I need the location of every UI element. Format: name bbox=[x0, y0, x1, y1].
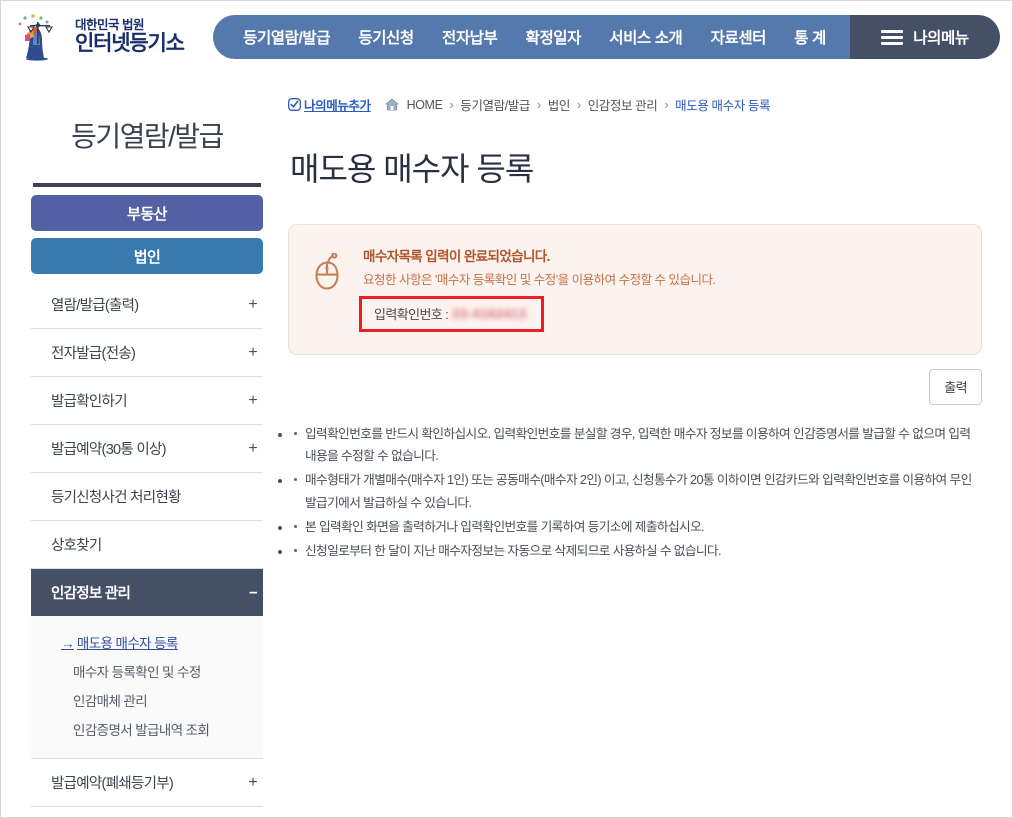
site-logo[interactable]: 대한민국 법원 인터넷등기소 bbox=[13, 13, 203, 61]
arrow-right-icon: → bbox=[61, 636, 75, 651]
minus-icon[interactable]: − bbox=[249, 585, 258, 600]
home-icon bbox=[385, 98, 399, 111]
sidebar-item-case-status[interactable]: 등기신청사건 처리현황 bbox=[31, 473, 263, 521]
plus-icon[interactable]: + bbox=[248, 296, 257, 313]
breadcrumb-item-1[interactable]: 등기열람/발급 bbox=[460, 95, 530, 114]
page-body: 등기열람/발급 부동산 법인 열람/발급(출력) + 전자발급(전송) + 발급… bbox=[1, 73, 1012, 807]
notice-item: 본 입력확인 화면을 출력하거나 입력확인번호를 기록하여 등기소에 제출하십시… bbox=[292, 516, 982, 538]
global-nav-items: 등기열람/발급 등기신청 전자납부 확정일자 서비스 소개 자료센터 통 계 bbox=[213, 15, 850, 59]
justice-scales-logo-icon bbox=[18, 14, 53, 61]
notice-item: 신청일로부터 한 달이 지난 매수자정보는 자동으로 삭제되므로 사용하실 수 … bbox=[292, 540, 982, 562]
sidebar-subitem-buyer-register[interactable]: → 매도용 매수자 등록 bbox=[61, 628, 253, 657]
sidebar-item-jeonja-balgeup[interactable]: 전자발급(전송) + bbox=[31, 329, 263, 377]
breadcrumb: 나의메뉴추가 HOME › 등기열람/발급 › 법인 › 인감정보 관리 › 매… bbox=[288, 91, 982, 114]
hamburger-icon bbox=[881, 29, 904, 45]
logo-line-1: 대한민국 법원 bbox=[75, 18, 144, 33]
alert-body: 매수자목록 입력이 완료되었습니다. 요청한 사항은 '매수자 등록확인 및 수… bbox=[359, 245, 959, 332]
sidebar-item-sangho-chatgi-label: 상호찾기 bbox=[51, 538, 102, 554]
sidebar-menu: 열람/발급(출력) + 전자발급(전송) + 발급확인하기 + 발급예약(30통… bbox=[31, 281, 263, 807]
alert-icon-wrap bbox=[311, 245, 345, 298]
sidebar-subitem-buyer-confirm-edit-label: 매수자 등록확인 및 수정 bbox=[73, 665, 201, 680]
notice-list: 입력확인번호를 반드시 확인하십시오. 입력확인번호를 분실할 경우, 입력한 … bbox=[288, 417, 982, 562]
sidebar-submenu: → 매도용 매수자 등록 매수자 등록확인 및 수정 인감매체 관리 인감증명서 … bbox=[31, 616, 263, 759]
sidebar-item-case-status-label: 등기신청사건 처리현황 bbox=[51, 490, 181, 506]
sidebar-item-yeolram-balgeup[interactable]: 열람/발급(출력) + bbox=[31, 281, 263, 329]
sidebar-item-ingam-info[interactable]: 인감정보 관리 − bbox=[31, 569, 263, 616]
sidebar-item-balgeup-hwagin[interactable]: 발급확인하기 + bbox=[31, 377, 263, 425]
breadcrumb-separator: › bbox=[449, 97, 454, 112]
sidebar-tab-realestate[interactable]: 부동산 bbox=[31, 195, 263, 231]
sidebar-subitem-seal-cert-history-label: 인감증명서 발급내역 조회 bbox=[73, 723, 210, 738]
sidebar-item-balgeup-yeyak-closed-label: 발급예약(폐쇄등기부) bbox=[51, 776, 174, 792]
sidebar-subitem-buyer-register-label: 매도용 매수자 등록 bbox=[76, 636, 178, 651]
sidebar-title: 등기열람/발급 bbox=[71, 121, 224, 152]
nav-item-deunggi-sincheong[interactable]: 등기신청 bbox=[354, 26, 417, 48]
confirmation-number-highlight: 입력확인번호 : 23-4162413 bbox=[359, 296, 544, 332]
sidebar-item-yeolram-balgeup-label: 열람/발급(출력) bbox=[51, 298, 139, 314]
nav-item-hwakjeong-ilja[interactable]: 확정일자 bbox=[522, 26, 585, 48]
sidebar-item-balgeup-yeyak-30[interactable]: 발급예약(30통 이상) + bbox=[31, 425, 263, 473]
page-root: 대한민국 법원 인터넷등기소 등기열람/발급 등기신청 전자납부 확정일자 서비… bbox=[0, 0, 1013, 818]
sidebar-item-balgeup-yeyak-closed[interactable]: 발급예약(폐쇄등기부) + bbox=[31, 759, 263, 807]
confirmation-number-label: 입력확인번호 : bbox=[374, 307, 449, 322]
sidebar-item-balgeup-hwagin-label: 발급확인하기 bbox=[51, 394, 128, 410]
plus-icon[interactable]: + bbox=[248, 392, 257, 409]
nav-item-service-intro[interactable]: 서비스 소개 bbox=[605, 26, 686, 48]
global-nav: 등기열람/발급 등기신청 전자납부 확정일자 서비스 소개 자료센터 통 계 나… bbox=[213, 15, 1000, 59]
add-to-my-menu-button[interactable]: 나의메뉴추가 bbox=[288, 95, 371, 114]
sidebar-item-ingam-info-label: 인감정보 관리 bbox=[51, 586, 131, 602]
print-button-row: 출력 bbox=[288, 355, 982, 417]
mouse-icon bbox=[315, 252, 339, 290]
logo-text: 대한민국 법원 인터넷등기소 bbox=[75, 18, 185, 55]
confirmation-number-value: 23-4162413 bbox=[452, 306, 527, 321]
sidebar-item-jeonja-balgeup-label: 전자발급(전송) bbox=[51, 346, 136, 362]
nav-item-statistics[interactable]: 통 계 bbox=[790, 26, 830, 48]
sidebar-subitem-seal-cert-history[interactable]: 인감증명서 발급내역 조회 bbox=[61, 715, 253, 744]
plus-icon[interactable]: + bbox=[248, 344, 257, 361]
breadcrumb-separator: › bbox=[664, 97, 669, 112]
breadcrumb-item-3[interactable]: 인감정보 관리 bbox=[588, 95, 658, 114]
breadcrumb-item-current: 매도용 매수자 등록 bbox=[675, 99, 771, 113]
sidebar-item-sangho-chatgi[interactable]: 상호찾기 bbox=[31, 521, 263, 569]
notice-item: 입력확인번호를 반드시 확인하십시오. 입력확인번호를 분실할 경우, 입력한 … bbox=[292, 423, 982, 467]
breadcrumb-item-2[interactable]: 법인 bbox=[548, 95, 571, 114]
breadcrumb-home[interactable]: HOME bbox=[407, 98, 443, 112]
breadcrumb-separator: › bbox=[536, 97, 541, 112]
nav-item-deunggi-yeolram[interactable]: 등기열람/발급 bbox=[239, 26, 334, 48]
notice-item: 매수형태가 개별매수(매수자 1인) 또는 공동매수(매수자 2인) 이고, 신… bbox=[292, 469, 982, 513]
main-content: 나의메뉴추가 HOME › 등기열람/발급 › 법인 › 인감정보 관리 › 매… bbox=[263, 91, 1012, 807]
sidebar-tab-corporation[interactable]: 법인 bbox=[31, 238, 263, 274]
sidebar-divider bbox=[33, 183, 261, 187]
my-menu-label: 나의메뉴 bbox=[913, 30, 969, 47]
sidebar-subitem-buyer-confirm-edit[interactable]: 매수자 등록확인 및 수정 bbox=[61, 657, 253, 686]
sidebar-tab-realestate-label: 부동산 bbox=[127, 205, 167, 223]
completion-alert: 매수자목록 입력이 완료되었습니다. 요청한 사항은 '매수자 등록확인 및 수… bbox=[288, 224, 982, 355]
print-button[interactable]: 출력 bbox=[929, 369, 982, 405]
nav-item-data-center[interactable]: 자료센터 bbox=[707, 26, 770, 48]
nav-item-jeonja-nappu[interactable]: 전자납부 bbox=[438, 26, 501, 48]
logo-line-2: 인터넷등기소 bbox=[75, 31, 185, 55]
alert-subtext: 요청한 사항은 '매수자 등록확인 및 수정'을 이용하여 수정할 수 있습니다… bbox=[363, 273, 716, 287]
check-square-icon bbox=[288, 98, 301, 111]
page-title: 매도용 매수자 등록 bbox=[290, 151, 534, 187]
plus-icon[interactable]: + bbox=[248, 774, 257, 791]
sidebar: 등기열람/발급 부동산 법인 열람/발급(출력) + 전자발급(전송) + 발급… bbox=[1, 91, 263, 807]
site-header: 대한민국 법원 인터넷등기소 등기열람/발급 등기신청 전자납부 확정일자 서비… bbox=[1, 1, 1012, 73]
sidebar-subitem-seal-media-label: 인감매체 관리 bbox=[73, 694, 148, 709]
sidebar-item-balgeup-yeyak-30-label: 발급예약(30통 이상) bbox=[51, 442, 166, 458]
alert-heading: 매수자목록 입력이 완료되었습니다. bbox=[363, 249, 550, 264]
my-menu-button[interactable]: 나의메뉴 bbox=[850, 15, 1000, 59]
sidebar-subitem-seal-media[interactable]: 인감매체 관리 bbox=[61, 686, 253, 715]
add-to-my-menu-label: 나의메뉴추가 bbox=[304, 99, 371, 113]
breadcrumb-separator: › bbox=[576, 97, 581, 112]
plus-icon[interactable]: + bbox=[248, 440, 257, 457]
sidebar-tab-corporation-label: 법인 bbox=[133, 248, 161, 266]
